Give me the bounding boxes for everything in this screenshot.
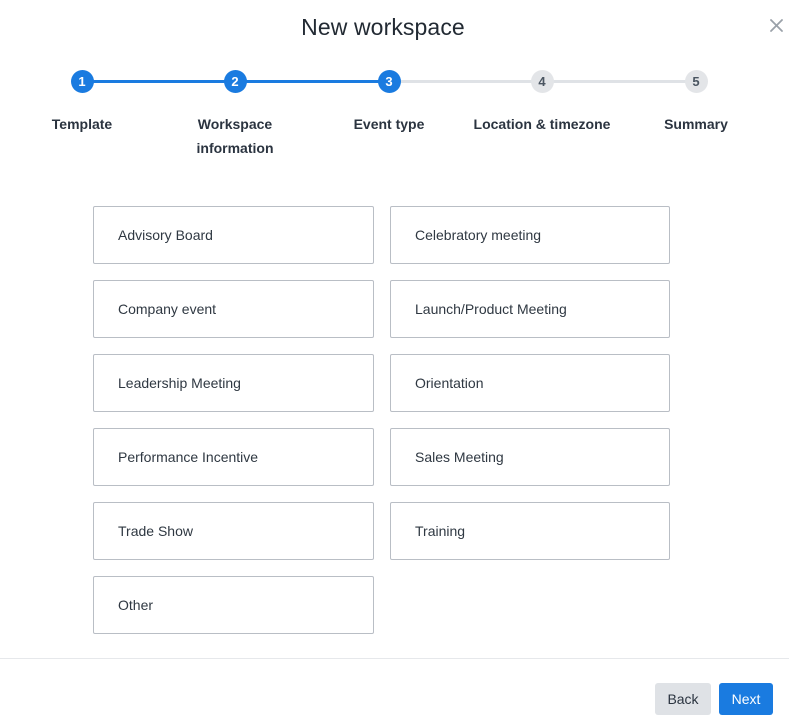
step-4-circle: 4 [530,70,554,93]
option-label: Trade Show [118,523,193,539]
option-label: Performance Incentive [118,449,259,465]
step-2-circle: 2 [223,70,247,93]
option-performance-incentive[interactable]: Performance Incentive [93,428,374,486]
option-label: Training [415,523,466,539]
step-2-label-line1: Workspace [197,116,273,132]
step-3-circle: 3 [377,70,401,93]
step-3-label: Event type [353,116,425,132]
back-button[interactable]: Back [655,683,711,715]
option-company-event[interactable]: Company event [93,280,374,338]
option-label: Company event [118,301,217,317]
step-connector-4-5 [542,80,696,83]
step-1-label: Template [51,116,113,132]
option-label: Launch/Product Meeting [415,301,567,317]
option-label: Orientation [415,375,484,391]
option-leadership-meeting[interactable]: Leadership Meeting [93,354,374,412]
option-label: Advisory Board [118,227,213,243]
option-launch-product-meeting[interactable]: Launch/Product Meeting [390,280,670,338]
step-1-circle: 1 [70,70,94,93]
step-5-label: Summary [664,116,728,132]
option-advisory-board[interactable]: Advisory Board [93,206,374,264]
option-label: Leadership Meeting [118,375,241,391]
progress-stepper: 1 2 3 4 5 Template Workspace information… [0,0,789,170]
option-label: Other [118,597,154,613]
step-connector-2-3 [235,80,389,83]
option-label: Sales Meeting [415,449,504,465]
option-training[interactable]: Training [390,502,670,560]
option-other[interactable]: Other [93,576,374,634]
step-connector-3-4 [389,80,542,83]
step-2-label-line2: information [196,140,274,156]
step-5-circle: 5 [684,70,708,93]
option-trade-show[interactable]: Trade Show [93,502,374,560]
step-connector-1-2 [82,80,235,83]
option-celebratory-meeting[interactable]: Celebratory meeting [390,206,670,264]
option-orientation[interactable]: Orientation [390,354,670,412]
next-button[interactable]: Next [719,683,773,715]
footer-divider [0,658,789,659]
step-4-label: Location & timezone [473,116,611,132]
step-2-label: Workspace information [160,112,310,160]
option-sales-meeting[interactable]: Sales Meeting [390,428,670,486]
option-label: Celebratory meeting [415,227,542,243]
